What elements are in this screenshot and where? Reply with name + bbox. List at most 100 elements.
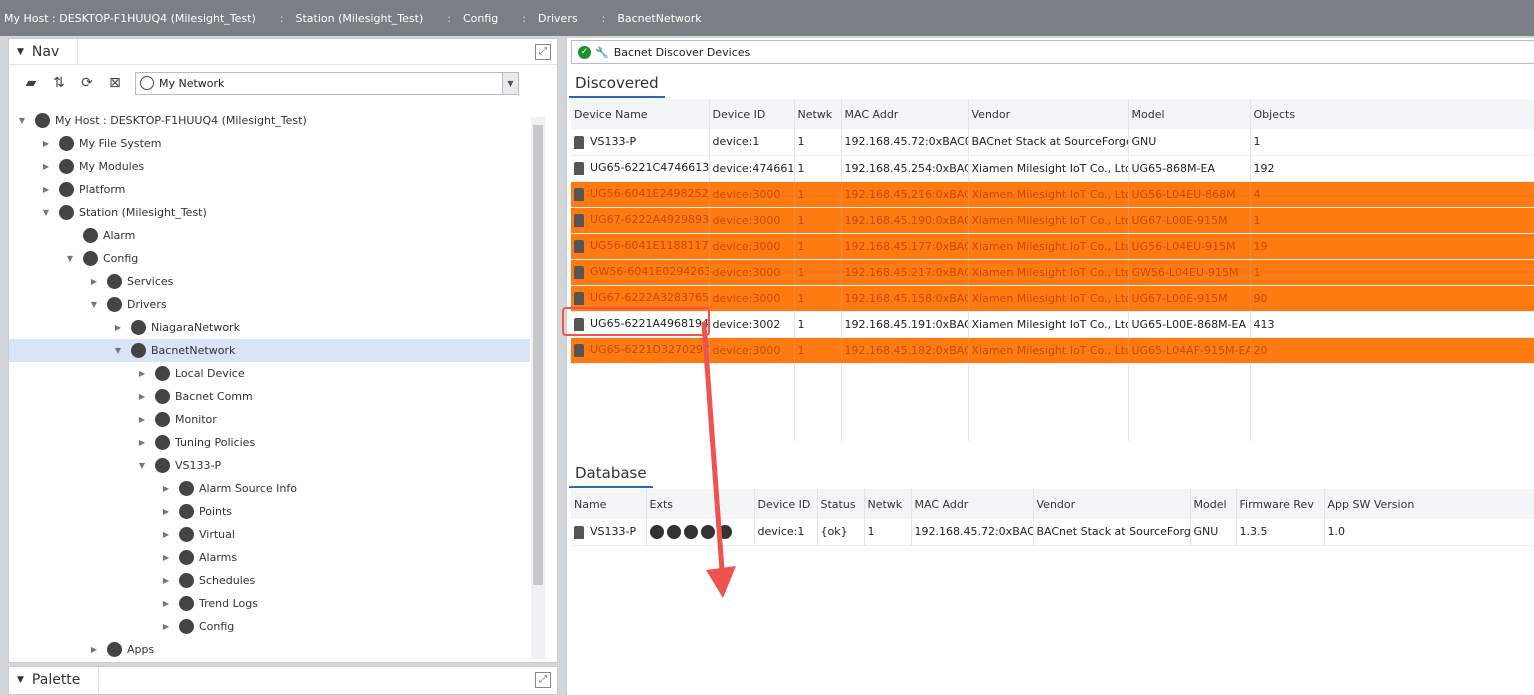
tree-node-virtual[interactable]: ▶ Virtual	[9, 523, 530, 546]
column-header-app-sw-version[interactable]: App SW Version	[1324, 489, 1534, 519]
alarm-source-ext-icon[interactable]	[666, 524, 681, 539]
breadcrumb-item-bacnetnetwork[interactable]: BacnetNetwork	[617, 12, 701, 25]
tree-node-config[interactable]: ▼ Config	[9, 247, 530, 270]
collapse-caret-icon[interactable]: ▼	[17, 675, 24, 685]
points-ext-icon[interactable]	[649, 524, 664, 539]
column-header-objects[interactable]: Objects	[1250, 99, 1534, 129]
tab-discovered[interactable]: Discovered	[569, 70, 665, 98]
tree-node-tuning-policies[interactable]: ▶ Tuning Policies	[9, 431, 530, 454]
collapse-caret-icon[interactable]: ▼	[17, 47, 24, 57]
close-icon[interactable]: ⊠	[101, 72, 129, 94]
tree-node-my-modules[interactable]: ▶ My Modules	[9, 155, 530, 178]
column-header-vendor[interactable]: Vendor	[1033, 489, 1191, 519]
cell-mac-addr: 192.168.45.72:0xBAC0	[841, 129, 969, 156]
cell-device-id: device:3000	[709, 233, 795, 260]
expand-arrow-icon[interactable]: ▶	[135, 438, 149, 447]
column-header-device-id[interactable]: Device ID	[754, 489, 818, 519]
collapse-arrow-icon[interactable]: ▼	[39, 208, 53, 217]
tree-node-my-host-desktop-f1huuq4-milesight-test[interactable]: ▼ My Host : DESKTOP-F1HUUQ4 (Milesight_Te…	[9, 109, 530, 132]
collapse-arrow-icon[interactable]: ▼	[15, 116, 29, 125]
maximize-icon[interactable]: ⤢	[535, 44, 551, 60]
collapse-arrow-icon[interactable]: ▼	[111, 346, 125, 355]
expand-arrow-icon[interactable]: ▶	[159, 553, 173, 562]
tree-node-bacnet-comm[interactable]: ▶ Bacnet Comm	[9, 385, 530, 408]
palette-tab[interactable]: ▼ Palette	[9, 667, 100, 693]
expand-arrow-icon[interactable]: ▶	[159, 507, 173, 516]
nav-scrollbar[interactable]	[531, 117, 545, 659]
discovered-row[interactable]: UG67-6222A3283765 device:3000 1 192.168.45.…	[571, 285, 1534, 312]
expand-arrow-icon[interactable]: ▶	[159, 530, 173, 539]
tree-node-trend-logs[interactable]: ▶ Trend Logs	[9, 592, 530, 615]
column-header-mac-addr[interactable]: MAC Addr	[911, 489, 1034, 519]
nav-tab[interactable]: ▼ Nav	[9, 38, 79, 65]
column-header-model[interactable]: Model	[1128, 99, 1251, 129]
expand-arrow-icon[interactable]: ▶	[159, 576, 173, 585]
expand-arrow-icon[interactable]: ▶	[39, 162, 53, 171]
cell-text: UG67-6222A3283765	[590, 291, 709, 305]
tree-node-local-device[interactable]: ▶ Local Device	[9, 362, 530, 385]
tree-node-alarms[interactable]: ▶ Alarms	[9, 546, 530, 569]
tree-node-label: My Modules	[79, 160, 145, 173]
maximize-icon[interactable]: ⤢	[535, 672, 551, 688]
open-folder-icon[interactable]: ▰	[17, 72, 45, 94]
expand-arrow-icon[interactable]: ▶	[135, 392, 149, 401]
column-header-firmware-rev[interactable]: Firmware Rev	[1236, 489, 1325, 519]
expand-arrow-icon[interactable]: ▶	[87, 645, 101, 654]
column-header-name[interactable]: Name	[571, 489, 647, 519]
column-header-device-id[interactable]: Device ID	[709, 99, 795, 129]
tree-node-niagaranetwork[interactable]: ▶ NiagaraNetwork	[9, 316, 530, 339]
dropdown-arrow-icon[interactable]: ▼	[502, 72, 518, 94]
tree-node-schedules[interactable]: ▶ Schedules	[9, 569, 530, 592]
discovered-row[interactable]: UG65-6221C4746613 device:474661 1 192.168.4…	[571, 155, 1534, 182]
column-header-status[interactable]: Status	[817, 489, 865, 519]
column-header-netwk[interactable]: Netwk	[794, 99, 842, 129]
discovered-row[interactable]: VS133-P device:1 1 192.168.45.72:0xBAC0 BACn…	[571, 129, 1534, 156]
nav-scroll-thumb[interactable]	[533, 125, 543, 585]
tree-node-station-milesight-test[interactable]: ▼ Station (Milesight_Test)	[9, 201, 530, 224]
tree-node-alarm[interactable]: Alarm	[9, 224, 530, 247]
tree-node-monitor[interactable]: ▶ Monitor	[9, 408, 530, 431]
tree-node-my-file-system[interactable]: ▶ My File System	[9, 132, 530, 155]
cell-text: GW56-L04EU-915M	[1131, 265, 1239, 279]
expand-arrow-icon[interactable]: ▶	[135, 415, 149, 424]
discovered-row[interactable]: GW56-6041E0294263 device:3000 1 192.168.45.…	[571, 259, 1534, 286]
expand-arrow-icon[interactable]: ▶	[39, 139, 53, 148]
refresh-icon[interactable]: ⟳	[73, 72, 101, 94]
expand-arrow-icon[interactable]: ▶	[159, 599, 173, 608]
collapse-arrow-icon[interactable]: ▼	[87, 300, 101, 309]
collapse-arrow-icon[interactable]: ▼	[63, 254, 77, 263]
tree-node-config[interactable]: ▶ Config	[9, 615, 530, 638]
tree-node-platform[interactable]: ▶ Platform	[9, 178, 530, 201]
tree-node-alarm-source-info[interactable]: ▶ Alarm Source Info	[9, 477, 530, 500]
column-header-vendor[interactable]: Vendor	[968, 99, 1129, 129]
tree-node-bacnetnetwork[interactable]: ▼ BacnetNetwork	[9, 339, 530, 362]
expand-arrow-icon[interactable]: ▶	[87, 277, 101, 286]
tree-node-vs133-p[interactable]: ▼ VS133-P	[9, 454, 530, 477]
expand-arrow-icon[interactable]: ▶	[159, 622, 173, 631]
column-header-device-name[interactable]: Device Name	[571, 99, 710, 129]
breadcrumb-item-my-host-desktop-f1huuq4-milesight-test[interactable]: My Host : DESKTOP-F1HUUQ4 (Milesight_Tes…	[4, 12, 256, 25]
discovered-row[interactable]: UG67-6222A4929893 device:3000 1 192.168.45.…	[571, 207, 1534, 234]
collapse-arrow-icon[interactable]: ▼	[135, 461, 149, 470]
breadcrumb-item-station-milesight-test[interactable]: Station (Milesight_Test)	[295, 12, 423, 25]
expand-arrow-icon[interactable]: ▶	[39, 185, 53, 194]
discovered-row[interactable]: UG56-6041E2498252 device:3000 1 192.168.45.…	[571, 181, 1534, 208]
tab-database[interactable]: Database	[569, 460, 653, 488]
column-header-model[interactable]: Model	[1190, 489, 1237, 519]
expand-arrow-icon[interactable]: ▶	[135, 369, 149, 378]
column-header-mac-addr[interactable]: MAC Addr	[841, 99, 969, 129]
breadcrumb-item-drivers[interactable]: Drivers	[538, 12, 578, 25]
sync-arrows-icon[interactable]: ⇅	[45, 72, 73, 94]
column-header-netwk[interactable]: Netwk	[864, 489, 912, 519]
tree-node-services[interactable]: ▶ Services	[9, 270, 530, 293]
expand-arrow-icon[interactable]: ▶	[159, 484, 173, 493]
expand-arrow-icon[interactable]: ▶	[111, 323, 125, 332]
tree-node-points[interactable]: ▶ Points	[9, 500, 530, 523]
cell-text: 192.168.45.191:0xBAC0	[844, 317, 968, 331]
network-select[interactable]: My Network ▼	[135, 71, 519, 95]
tree-node-apps[interactable]: ▶ Apps	[9, 638, 530, 661]
breadcrumb-item-config[interactable]: Config	[463, 12, 498, 25]
discovered-row[interactable]: UG56-6041E1188117 device:3000 1 192.168.45.…	[571, 233, 1534, 260]
tree-node-label: Monitor	[175, 413, 217, 426]
tree-node-drivers[interactable]: ▼ Drivers	[9, 293, 530, 316]
